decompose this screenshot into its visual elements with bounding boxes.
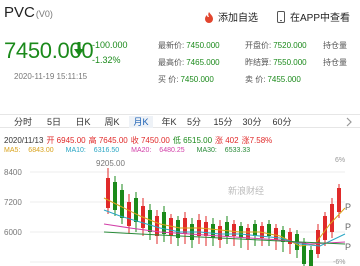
pct-tick-top: 6% (335, 157, 345, 164)
ma20-label: MA20: 6480.25 (131, 147, 185, 154)
period-tab-bar: 分时 5日 日K 周K 月K 年K 5分 15分 30分 60分 (0, 114, 360, 128)
instrument-title: PVC(V0) (4, 4, 53, 21)
down-arrow-icon (74, 42, 84, 56)
chevron-right-icon[interactable] (344, 117, 354, 127)
add-favorite-button[interactable]: 添加自选 (203, 9, 258, 24)
side-indicator-strip: P P P (345, 202, 351, 252)
price-change: -100.000 (92, 40, 128, 50)
ma-legend: MA5: 6843.00 MA10: 6316.50 MA20: 6480.25 MA… (4, 147, 262, 154)
ma5-label: MA5: 6843.00 (4, 147, 54, 154)
kline-open: 开 6945.00 (46, 136, 86, 145)
tab-daily-k[interactable]: 日K (72, 116, 94, 128)
tab-weekly-k[interactable]: 周K (101, 116, 123, 128)
kline-high: 高 7645.00 (88, 136, 128, 145)
stat-high: 最高价: 7465.000 (158, 58, 220, 67)
svg-text:P: P (345, 222, 351, 232)
instrument-name: PVC (4, 4, 35, 21)
price-change-percent: -1.32% (92, 55, 121, 65)
ma10-line (103, 209, 346, 247)
kline-pct-label: 涨 (241, 136, 250, 145)
kline-amp: 涨 402 (215, 136, 239, 145)
stat-open: 开盘价: 7520.000 (245, 41, 307, 50)
ma10-label: MA10: 6316.50 (65, 147, 120, 154)
header: PVC(V0) 添加自选 在APP中查看 (0, 0, 360, 30)
y-tick-6000: 6000 (4, 228, 22, 237)
kline-close: 收 7450.00 (130, 136, 170, 145)
kline-pct: 7.58% (249, 136, 273, 145)
kline-chart[interactable]: 8400 7200 6000 6% -6% 9205.00 新浪财经 (0, 154, 360, 266)
flame-icon (205, 11, 213, 23)
tab-5min[interactable]: 5分 (184, 116, 204, 128)
stat-prev-settle: 昨结算: 7550.000 (245, 58, 307, 67)
tab-5day[interactable]: 5日 (45, 116, 63, 128)
svg-text:P: P (345, 242, 351, 252)
quote-timestamp: 2020-11-19 15:11:15 (14, 72, 88, 81)
tab-15min[interactable]: 15分 (211, 116, 235, 128)
y-tick-7200: 7200 (4, 198, 22, 207)
phone-icon (277, 10, 285, 23)
ma30-label: MA30: 6533.33 (196, 147, 251, 154)
y-tick-8400: 8400 (4, 168, 22, 177)
stat-position: 持仓量 (323, 58, 347, 67)
moving-averages (103, 197, 346, 247)
peak-label: 9205.00 (96, 159, 125, 168)
stat-ask: 卖 价: 7455.000 (245, 75, 301, 84)
kline-info: 2020/11/13 开 6945.00 高 7645.00 收 7450.00 低 6… (4, 135, 275, 146)
tab-60min[interactable]: 60分 (270, 116, 294, 128)
stat-open-interest: 持仓量 (323, 41, 347, 50)
kline-low: 低 6515.00 (172, 136, 213, 145)
open-in-app-button[interactable]: 在APP中查看 (275, 9, 350, 24)
tab-30min[interactable]: 30分 (240, 116, 264, 128)
add-favorite-label: 添加自选 (218, 13, 258, 24)
open-in-app-label: 在APP中查看 (290, 13, 351, 24)
kline-date: 2020/11/13 (4, 136, 44, 145)
tab-yearly-k[interactable]: 年K (158, 116, 180, 128)
instrument-code: (V0) (35, 9, 53, 19)
stat-bid: 买 价: 7450.000 (158, 75, 214, 84)
stat-latest: 最新价: 7450.000 (158, 41, 220, 50)
tab-intraday[interactable]: 分时 (12, 116, 34, 128)
watermark: 新浪财经 (228, 185, 264, 196)
tab-monthly-k[interactable]: 月K (129, 116, 153, 128)
svg-text:P: P (345, 202, 351, 212)
